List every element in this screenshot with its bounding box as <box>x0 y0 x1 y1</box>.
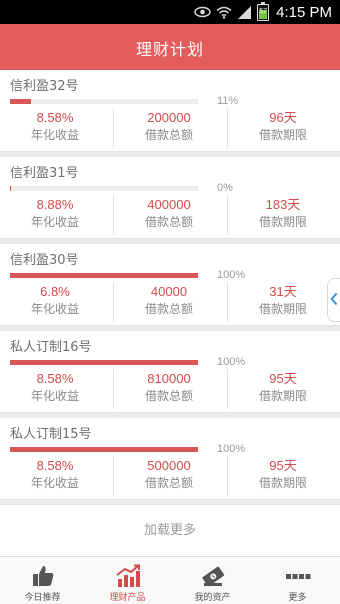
progress-fill <box>10 360 198 365</box>
side-drawer-handle[interactable] <box>327 278 340 322</box>
product-card[interactable]: 信利盈31号 0% 8.88% 年化收益 400000 借款总额 183天 借款… <box>0 157 340 239</box>
rate-label: 年化收益 <box>30 128 79 142</box>
thumbs-up-icon <box>0 563 85 589</box>
amount-value: 200000 <box>147 110 191 125</box>
battery-icon: 57 <box>257 1 270 21</box>
rate-stat: 8.88% 年化收益 <box>0 197 110 231</box>
product-name: 信利盈31号 <box>10 166 79 181</box>
progress-percent: 100% <box>217 443 246 455</box>
money-icon: $ <box>170 563 255 589</box>
rate-value: 8.88% <box>36 197 74 212</box>
signal-icon <box>237 5 252 20</box>
amount-label: 借款总额 <box>144 476 193 490</box>
progress-fill <box>10 273 198 278</box>
progress-bar <box>10 447 198 452</box>
rate-stat: 8.58% 年化收益 <box>0 371 110 405</box>
term-label: 借款期限 <box>258 476 307 490</box>
amount-stat: 500000 借款总额 <box>114 458 224 492</box>
term-label: 借款期限 <box>258 215 307 229</box>
term-stat: 183天 借款期限 <box>228 197 338 231</box>
tab-products[interactable]: 理财产品 <box>85 557 170 604</box>
product-card[interactable]: 私人订制15号 100% 8.58% 年化收益 500000 借款总额 95天 … <box>0 418 340 500</box>
amount-stat: 200000 借款总额 <box>114 110 224 144</box>
rate-label: 年化收益 <box>30 215 79 229</box>
term-label: 借款期限 <box>258 128 307 142</box>
eye-icon <box>194 6 211 18</box>
tab-more[interactable]: 更多 <box>255 557 340 604</box>
page-title: 理财计划 <box>135 40 204 59</box>
amount-stat: 40000 借款总额 <box>114 284 224 318</box>
progress-percent: 100% <box>217 269 246 281</box>
progress-percent: 100% <box>217 356 246 368</box>
progress-bar <box>10 99 198 104</box>
term-value: 96天 <box>269 110 297 125</box>
tab-today[interactable]: 今日推荐 <box>0 557 85 604</box>
rate-value: 6.8% <box>40 284 70 299</box>
rate-stat: 6.8% 年化收益 <box>0 284 110 318</box>
amount-value: 40000 <box>150 284 188 299</box>
term-value: 95天 <box>269 458 297 473</box>
term-value: 31天 <box>269 284 297 299</box>
product-card[interactable]: 私人订制16号 100% 8.58% 年化收益 810000 借款总额 95天 … <box>0 331 340 413</box>
product-name: 信利盈32号 <box>10 79 79 94</box>
product-card[interactable]: 信利盈30号 100% 6.8% 年化收益 40000 借款总额 31天 借款期… <box>0 244 340 326</box>
rate-stat: 8.58% 年化收益 <box>0 110 110 144</box>
progress-percent: 0% <box>217 182 233 194</box>
product-list[interactable]: 信利盈32号 11% 8.58% 年化收益 200000 借款总额 96天 借款… <box>0 70 340 556</box>
tab-label: 更多 <box>288 593 307 603</box>
amount-value: 810000 <box>147 371 191 386</box>
progress-fill <box>10 186 11 191</box>
amount-label: 借款总额 <box>144 389 193 403</box>
amount-stat: 810000 借款总额 <box>114 371 224 405</box>
status-icons: 57 4:15 PM <box>194 1 332 22</box>
rate-label: 年化收益 <box>30 302 79 316</box>
progress-percent: 11% <box>217 95 239 107</box>
product-name: 私人订制15号 <box>10 427 92 442</box>
amount-stat: 400000 借款总额 <box>114 197 224 231</box>
amount-label: 借款总额 <box>144 215 193 229</box>
chevron-left-icon <box>330 291 338 310</box>
load-more-button[interactable]: 加载更多 <box>0 504 340 556</box>
rate-label: 年化收益 <box>30 476 79 490</box>
amount-label: 借款总额 <box>144 128 193 142</box>
progress-bar <box>10 360 198 365</box>
product-name: 私人订制16号 <box>10 340 92 355</box>
status-bar: 57 4:15 PM <box>0 0 340 24</box>
tab-label: 今日推荐 <box>24 593 61 603</box>
progress-bar <box>10 273 198 278</box>
tab-assets[interactable]: $ 我的资产 <box>170 557 255 604</box>
status-time: 4:15 PM <box>276 3 332 21</box>
progress-bar <box>10 186 198 191</box>
progress-fill <box>10 447 198 452</box>
rate-value: 8.58% <box>36 458 74 473</box>
term-stat: 96天 借款期限 <box>228 110 338 144</box>
amount-value: 500000 <box>147 458 191 473</box>
amount-value: 400000 <box>147 197 191 212</box>
more-icon <box>255 563 340 589</box>
rate-value: 8.58% <box>36 110 74 125</box>
product-card[interactable]: 信利盈32号 11% 8.58% 年化收益 200000 借款总额 96天 借款… <box>0 70 340 152</box>
term-label: 借款期限 <box>258 389 307 403</box>
product-name: 信利盈30号 <box>10 253 79 268</box>
amount-label: 借款总额 <box>144 302 193 316</box>
tab-label: 我的资产 <box>194 593 231 603</box>
rate-value: 8.58% <box>36 371 74 386</box>
battery-level: 57 <box>259 7 268 15</box>
rate-stat: 8.58% 年化收益 <box>0 458 110 492</box>
term-stat: 95天 借款期限 <box>228 371 338 405</box>
progress-fill <box>10 99 31 104</box>
term-label: 借款期限 <box>258 302 307 316</box>
title-bar: 理财计划 <box>0 24 340 70</box>
term-value: 183天 <box>265 197 301 212</box>
bottom-tab-bar: 今日推荐 理财产品 $ 我的资产 更多 <box>0 556 340 604</box>
term-value: 95天 <box>269 371 297 386</box>
wifi-icon <box>216 6 232 19</box>
term-stat: 31天 借款期限 <box>228 284 338 318</box>
term-stat: 95天 借款期限 <box>228 458 338 492</box>
bar-chart-icon <box>85 563 170 589</box>
rate-label: 年化收益 <box>30 389 79 403</box>
tab-label: 理财产品 <box>109 593 146 603</box>
